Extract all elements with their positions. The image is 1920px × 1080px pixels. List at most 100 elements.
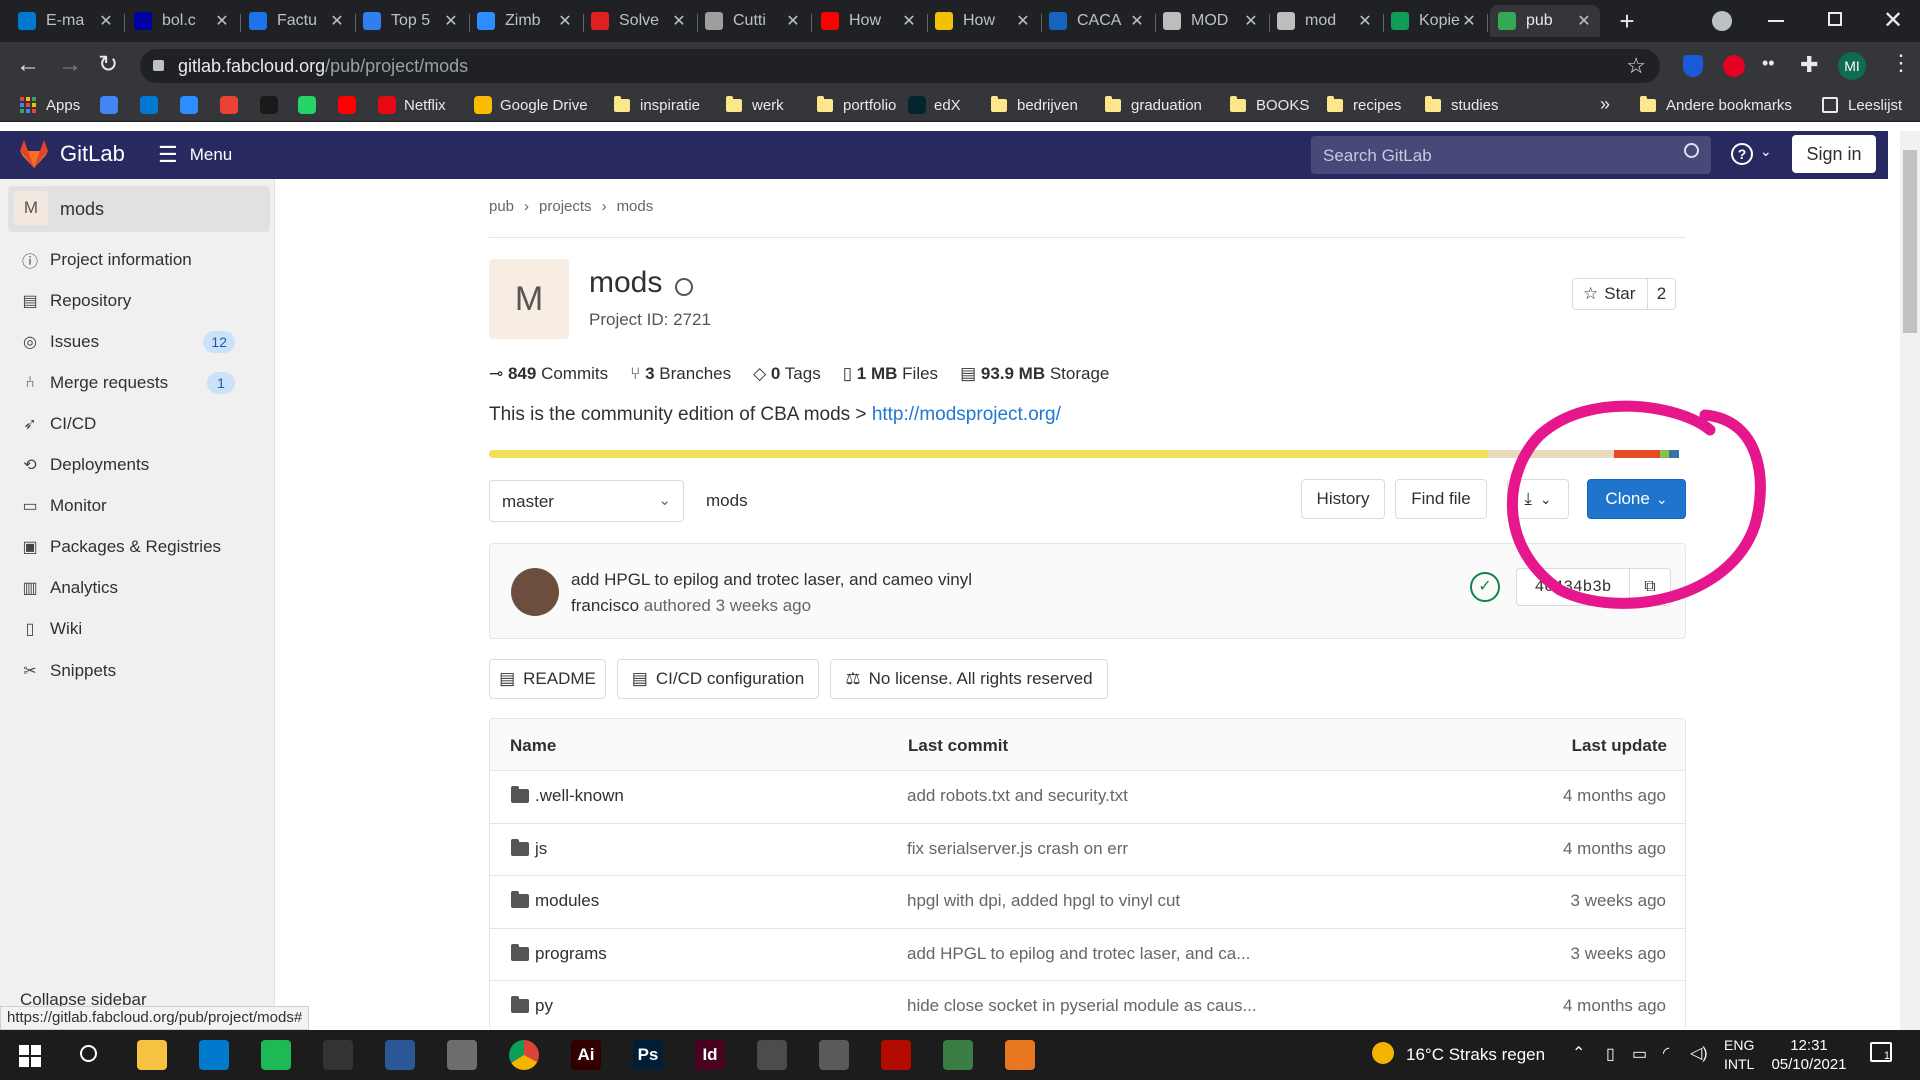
taskbar-search-icon[interactable] <box>80 1045 97 1062</box>
acrobat-icon[interactable] <box>881 1040 911 1070</box>
forward-icon[interactable]: → <box>58 51 82 79</box>
tab-close-icon[interactable]: ✕ <box>1357 11 1373 31</box>
input-language[interactable]: ENG INTL <box>1724 1036 1754 1074</box>
tab-close-icon[interactable]: ✕ <box>1129 11 1145 31</box>
commit-message[interactable]: add HPGL to epilog and trotec laser, and… <box>571 570 972 590</box>
stat-tags[interactable]: ◇ 0 Tags <box>753 364 821 384</box>
last-commit-cell[interactable]: add robots.txt and security.txt <box>907 786 1128 806</box>
tab-close-icon[interactable]: ✕ <box>329 11 345 31</box>
extension-shield-icon[interactable] <box>1683 55 1703 77</box>
volume-icon[interactable]: ◁) <box>1690 1043 1708 1063</box>
license-badge[interactable]: ⚖ No license. All rights reserved <box>830 659 1108 699</box>
app-15-icon[interactable] <box>1005 1040 1035 1070</box>
file-name-cell[interactable]: modules <box>511 891 599 911</box>
help-icon[interactable]: ? <box>1731 143 1753 165</box>
weather-icon[interactable] <box>1372 1042 1394 1064</box>
browser-tab[interactable]: E-ma ✕ <box>10 5 122 37</box>
breadcrumb-item[interactable]: mods <box>617 198 654 215</box>
browser-tab[interactable]: MOD ✕ <box>1155 5 1267 37</box>
photos-icon[interactable] <box>447 1040 477 1070</box>
back-icon[interactable]: ← <box>16 51 40 79</box>
last-commit-cell[interactable]: hide close socket in pyserial module as … <box>907 996 1257 1016</box>
stat-storage[interactable]: ▤ 93.9 MB Storage <box>960 364 1109 384</box>
description-link[interactable]: http://modsproject.org/ <box>872 404 1061 425</box>
windows-start-icon[interactable] <box>19 1045 41 1067</box>
browser-tab[interactable]: How ✕ <box>927 5 1039 37</box>
app-14-icon[interactable] <box>943 1040 973 1070</box>
browser-tab[interactable]: Kopie ✕ <box>1383 5 1485 37</box>
browser-tab[interactable]: pub ✕ <box>1490 5 1600 37</box>
bookmark-item[interactable] <box>338 94 364 116</box>
sidebar-item-merge-requests[interactable]: ⑃ Merge requests 1 <box>20 370 255 396</box>
bookmark-item[interactable] <box>260 94 286 116</box>
browser-tab[interactable]: mod ✕ <box>1269 5 1381 37</box>
new-tab-button[interactable]: + <box>1612 7 1642 37</box>
tab-close-icon[interactable]: ✕ <box>901 11 917 31</box>
app-12-icon[interactable] <box>819 1040 849 1070</box>
bookmark-item[interactable] <box>100 94 126 116</box>
vscode-icon[interactable] <box>199 1040 229 1070</box>
tray-usb-icon[interactable]: ▯ <box>1606 1044 1615 1064</box>
bookmark-item[interactable]: bedrijven <box>991 94 1078 116</box>
file-name-cell[interactable]: py <box>511 996 553 1016</box>
illustrator-icon[interactable]: Ai <box>571 1040 601 1070</box>
bookmark-item[interactable]: Netflix <box>378 94 446 116</box>
pipeline-passed-icon[interactable]: ✓ <box>1470 572 1500 602</box>
table-row[interactable]: programs add HPGL to epilog and trotec la… <box>489 927 1686 980</box>
battery-icon[interactable]: ▭ <box>1632 1044 1647 1064</box>
sidebar-item-packages-registries[interactable]: ▣ Packages & Registries <box>20 534 255 560</box>
weather-text[interactable]: 16°C Straks regen <box>1406 1045 1545 1065</box>
bookmark-item[interactable]: edX <box>908 94 961 116</box>
readme-badge[interactable]: ▤ README <box>489 659 606 699</box>
star-button[interactable]: ☆ Star 2 <box>1572 278 1676 310</box>
tab-close-icon[interactable]: ✕ <box>98 11 114 31</box>
author-link[interactable]: francisco <box>571 596 639 615</box>
breadcrumb-item[interactable]: pub <box>489 198 514 215</box>
browser-tab[interactable]: Cutti ✕ <box>697 5 809 37</box>
sidebar-item-issues[interactable]: ◎ Issues 12 <box>20 329 255 355</box>
bookmark-item[interactable]: graduation <box>1105 94 1202 116</box>
bookmark-item[interactable]: portfolio <box>817 94 896 116</box>
sidebar-item-monitor[interactable]: ▭ Monitor <box>20 493 255 519</box>
file-explorer-icon[interactable] <box>137 1040 167 1070</box>
file-name-cell[interactable]: .well-known <box>511 786 624 806</box>
bookmarks-overflow-button[interactable]: » <box>1600 94 1610 115</box>
reload-icon[interactable]: ↻ <box>98 50 118 79</box>
browser-tab[interactable]: Zimb ✕ <box>469 5 581 37</box>
branch-selector[interactable]: master ⌄ <box>489 480 684 522</box>
bookmark-item[interactable]: BOOKS <box>1230 94 1309 116</box>
tab-close-icon[interactable]: ✕ <box>557 11 573 31</box>
settings-icon[interactable] <box>1067 1040 1097 1070</box>
author-avatar[interactable] <box>511 568 559 616</box>
last-commit-cell[interactable]: add HPGL to epilog and trotec laser, and… <box>907 944 1250 964</box>
bookmark-item[interactable]: Apps <box>20 94 80 116</box>
history-button[interactable]: History <box>1301 479 1385 519</box>
bookmark-item[interactable] <box>140 94 166 116</box>
tab-close-icon[interactable]: ✕ <box>1576 11 1592 31</box>
help-chevron-down-icon[interactable]: ⌄ <box>1760 143 1772 160</box>
sign-in-button[interactable]: Sign in <box>1792 135 1876 173</box>
bookmark-item[interactable]: Google Drive <box>474 94 588 116</box>
tab-close-icon[interactable]: ✕ <box>1461 11 1477 31</box>
language-segment[interactable] <box>489 450 1489 458</box>
table-row[interactable]: modules hpgl with dpi, added hpgl to viny… <box>489 875 1686 927</box>
photoshop-icon[interactable]: Ps <box>633 1040 663 1070</box>
notifications-icon[interactable]: 1 <box>1870 1042 1892 1062</box>
wifi-icon[interactable]: ◜ <box>1663 1043 1669 1063</box>
spotify-icon[interactable] <box>261 1040 291 1070</box>
tab-close-icon[interactable]: ✕ <box>785 11 801 31</box>
bookmark-item[interactable]: recipes <box>1327 94 1401 116</box>
menu-button[interactable]: ☰ Menu <box>158 141 232 169</box>
reading-list[interactable]: Leeslijst <box>1822 94 1902 116</box>
bookmark-item[interactable] <box>298 94 324 116</box>
browser-tab[interactable]: Solve ✕ <box>583 5 695 37</box>
find-file-button[interactable]: Find file <box>1395 479 1487 519</box>
bookmark-item[interactable]: inspiratie <box>614 94 700 116</box>
tab-close-icon[interactable]: ✕ <box>214 11 230 31</box>
bookmark-item[interactable]: studies <box>1425 94 1499 116</box>
scrollbar-thumb[interactable] <box>1903 150 1917 333</box>
close-window-button[interactable]: ✕ <box>1883 6 1903 35</box>
calculator-icon[interactable] <box>757 1040 787 1070</box>
path-breadcrumb[interactable]: mods <box>706 491 748 511</box>
maximize-window-button[interactable] <box>1828 12 1842 26</box>
